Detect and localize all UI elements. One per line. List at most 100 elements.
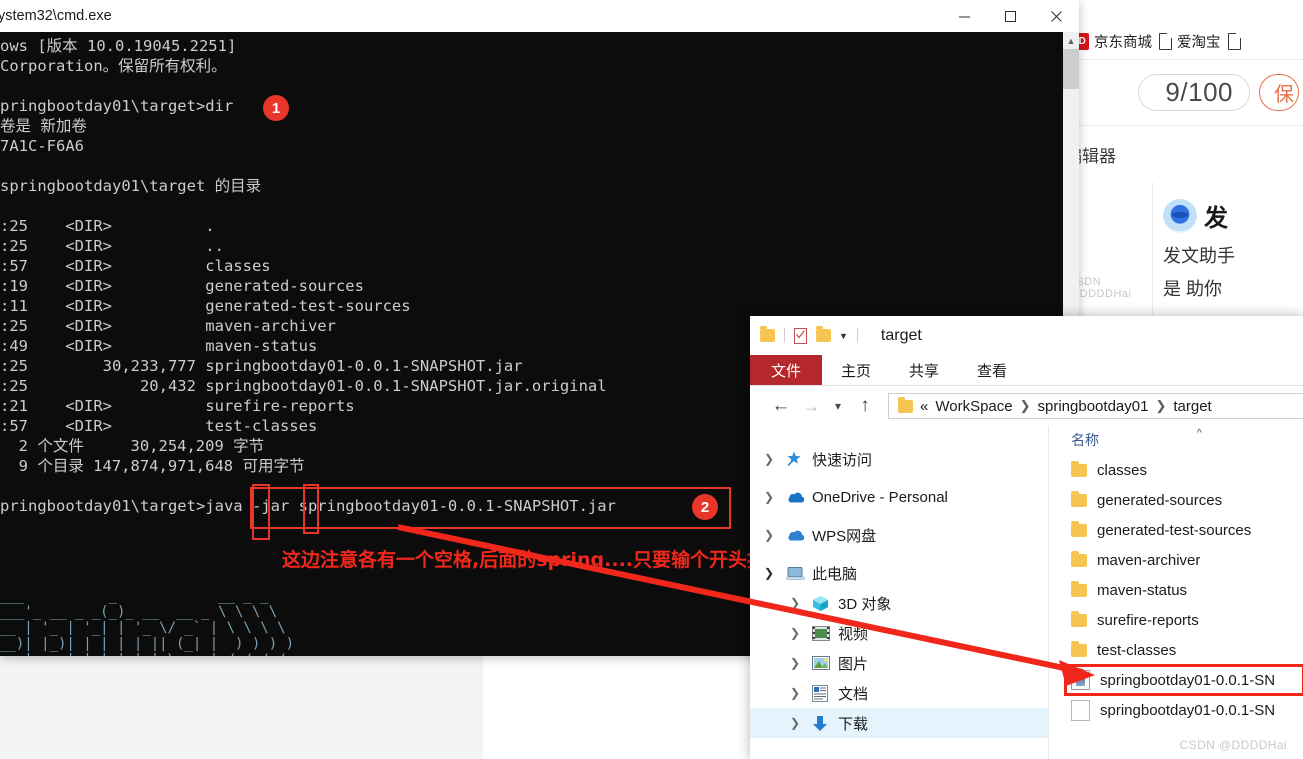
chevron-right-icon[interactable]: ❯ — [764, 528, 786, 542]
tab-view[interactable]: 查看 — [958, 355, 1026, 385]
scrollbar-thumb[interactable] — [1063, 49, 1079, 89]
divider — [856, 328, 858, 343]
folder-icon — [1071, 550, 1087, 567]
browser-editor-toolbar: 文编辑器 — [1062, 126, 1303, 183]
file-name: classes — [1097, 461, 1148, 479]
chevron-down-icon[interactable]: ▼ — [839, 331, 848, 341]
forward-arrow-icon[interactable]: → — [796, 396, 826, 417]
onedrive-cloud-icon — [786, 491, 812, 504]
explorer-navigation-bar[interactable]: ← → ▾ ↑ « WorkSpace ❯ springbootday01 ❯ … — [750, 386, 1303, 426]
breadcrumb-prefix: « — [920, 397, 929, 415]
close-icon[interactable] — [1033, 0, 1079, 32]
navigation-pane[interactable]: ❯ 快速访问 ❯ OneDrive - Personal ❯ WPS网盘 ❯ 此… — [750, 426, 1049, 759]
browser-window[interactable]: JD 京东商城 爱淘宝 9/100 保 文编辑器 CSDN @DDDDHai 发… — [1062, 0, 1303, 318]
springboot-ascii-banner: . ____ _ __ _ _ /\\ / ___'_ __ _ _(_)_ _… — [0, 588, 295, 656]
list-item[interactable]: test-classes — [1049, 635, 1303, 665]
sidebar-item-this-pc[interactable]: ❯ 此电脑 — [750, 558, 1048, 588]
address-bar[interactable]: « WorkSpace ❯ springbootday01 ❯ target — [888, 393, 1303, 419]
folder-icon — [898, 396, 913, 413]
chevron-right-icon[interactable]: ❯ — [790, 686, 812, 700]
csdn-watermark: CSDN @DDDDHai — [1179, 738, 1287, 752]
list-item[interactable]: generated-test-sources — [1049, 515, 1303, 545]
sidebar-item-pictures[interactable]: ❯ 图片 — [750, 648, 1048, 678]
tab-file[interactable]: 文件 — [750, 355, 822, 385]
annotation-badge-1: 1 — [263, 95, 289, 121]
cmd-line: :25 30,233,777 springbootday01-0.0.1-SNA… — [0, 357, 523, 375]
file-name: generated-test-sources — [1097, 521, 1252, 539]
breadcrumb-item-target[interactable]: target — [1173, 398, 1211, 415]
chevron-right-icon[interactable]: ❯ — [790, 716, 812, 730]
list-item[interactable]: maven-status — [1049, 575, 1303, 605]
sidebar-item-wps-cloud[interactable]: ❯ WPS网盘 — [750, 520, 1048, 550]
chevron-right-icon[interactable]: ❯ — [764, 490, 786, 504]
cmd-line: :57 <DIR> test-classes — [0, 417, 318, 435]
explorer-main-area: ❯ 快速访问 ❯ OneDrive - Personal ❯ WPS网盘 ❯ 此… — [750, 426, 1303, 759]
column-header-name[interactable]: 名称 ^ — [1049, 426, 1303, 455]
cmd-title-bar[interactable]: ystem32\cmd.exe — [0, 0, 1079, 32]
properties-icon[interactable] — [794, 327, 807, 344]
cmd-line: :25 20,432 springbootday01-0.0.1-SNAPSHO… — [0, 377, 607, 395]
list-item[interactable]: classes — [1049, 455, 1303, 485]
bookmark-taobao[interactable]: 爱淘宝 — [1159, 31, 1221, 52]
sidebar-item-videos[interactable]: ❯ 视频 — [750, 618, 1048, 648]
cmd-line: 9 个目录 147,874,971,648 可用字节 — [0, 457, 305, 475]
cmd-line: 2 个文件 30,254,209 字节 — [0, 437, 265, 455]
breadcrumb-item-workspace[interactable]: WorkSpace — [935, 398, 1012, 415]
sidebar-item-quick-access[interactable]: ❯ 快速访问 — [750, 444, 1048, 474]
folder-icon[interactable] — [760, 326, 775, 342]
sidebar-item-3d-objects[interactable]: ❯ 3D 对象 — [750, 588, 1048, 618]
list-item[interactable]: surefire-reports — [1049, 605, 1303, 635]
list-item[interactable]: maven-archiver — [1049, 545, 1303, 575]
cmd-line: Corporation。保留所有权利。 — [0, 57, 227, 75]
save-draft-button[interactable]: 保 — [1259, 74, 1299, 111]
chevron-right-icon: ❯ — [1155, 398, 1167, 413]
sort-ascending-icon[interactable]: ^ — [1197, 428, 1202, 439]
folder-icon — [1071, 640, 1087, 657]
maximize-icon[interactable] — [987, 0, 1033, 32]
chevron-right-icon[interactable]: ❯ — [790, 656, 812, 670]
browser-content-right: 发 发文助手 是 助你 — [1153, 182, 1303, 318]
breadcrumb-item-project[interactable]: springbootday01 — [1038, 398, 1149, 415]
cmd-line: :57 <DIR> classes — [0, 257, 271, 275]
tab-share[interactable]: 共享 — [890, 355, 958, 385]
cmd-line: springbootday01\target 的目录 — [0, 177, 262, 195]
cmd-line: 7A1C-F6A6 — [0, 137, 84, 155]
browser-bookmarks-bar[interactable]: JD 京东商城 爱淘宝 — [1062, 24, 1303, 60]
character-counter: 9/100 — [1138, 74, 1250, 111]
explorer-ribbon-tabs[interactable]: 文件 主页 共享 查看 — [750, 355, 1303, 385]
sidebar-item-downloads[interactable]: ❯ 下载 — [750, 708, 1048, 738]
sidebar-item-onedrive[interactable]: ❯ OneDrive - Personal — [750, 482, 1048, 512]
cmd-line: :25 <DIR> . — [0, 217, 215, 235]
bookmark-extra[interactable] — [1227, 33, 1241, 50]
back-arrow-icon[interactable]: ← — [766, 395, 796, 417]
list-item[interactable]: generated-sources — [1049, 485, 1303, 515]
cmd-text-buffer: ows [版本 10.0.19045.2251] Corporation。保留所有… — [0, 32, 616, 516]
file-name: springbootday01-0.0.1-SN — [1100, 701, 1276, 719]
minimize-icon[interactable] — [941, 0, 987, 32]
sidebar-item-label: OneDrive - Personal — [812, 488, 948, 506]
downloads-icon — [812, 715, 838, 732]
sidebar-item-label: 下载 — [838, 715, 869, 733]
browser-content: CSDN @DDDDHai 发 发文助手 是 助你 — [1062, 182, 1303, 318]
up-arrow-icon[interactable]: ↑ — [850, 395, 880, 417]
explorer-title-bar[interactable]: ▼ target — [750, 316, 1303, 355]
file-list-pane[interactable]: 名称 ^ classes generated-sources generated… — [1049, 426, 1303, 759]
chevron-right-icon[interactable]: ❯ — [790, 626, 812, 640]
window-controls[interactable] — [941, 0, 1079, 32]
chevron-right-icon[interactable]: ❯ — [764, 452, 786, 466]
sidebar-item-label: 图片 — [838, 655, 869, 673]
bookmark-label: 京东商城 — [1094, 35, 1152, 51]
list-item-original[interactable]: springbootday01-0.0.1-SN — [1049, 695, 1303, 725]
sidebar-item-documents[interactable]: ❯ 文档 — [750, 678, 1048, 708]
sidebar-item-label: 视频 — [838, 625, 869, 643]
chevron-down-icon[interactable]: ▾ — [826, 399, 850, 413]
cmd-line: pringbootday01\target>dir — [0, 97, 234, 115]
documents-icon — [812, 684, 838, 702]
bookmark-jd[interactable]: JD 京东商城 — [1070, 31, 1152, 52]
tab-home[interactable]: 主页 — [822, 355, 890, 385]
new-folder-icon[interactable] — [816, 326, 831, 342]
chevron-right-icon[interactable]: ❯ — [790, 596, 812, 610]
chevron-down-icon[interactable]: ❯ — [764, 566, 786, 580]
scroll-up-icon[interactable]: ▲ — [1063, 32, 1079, 49]
cmd-line: :11 <DIR> generated-test-sources — [0, 297, 411, 315]
